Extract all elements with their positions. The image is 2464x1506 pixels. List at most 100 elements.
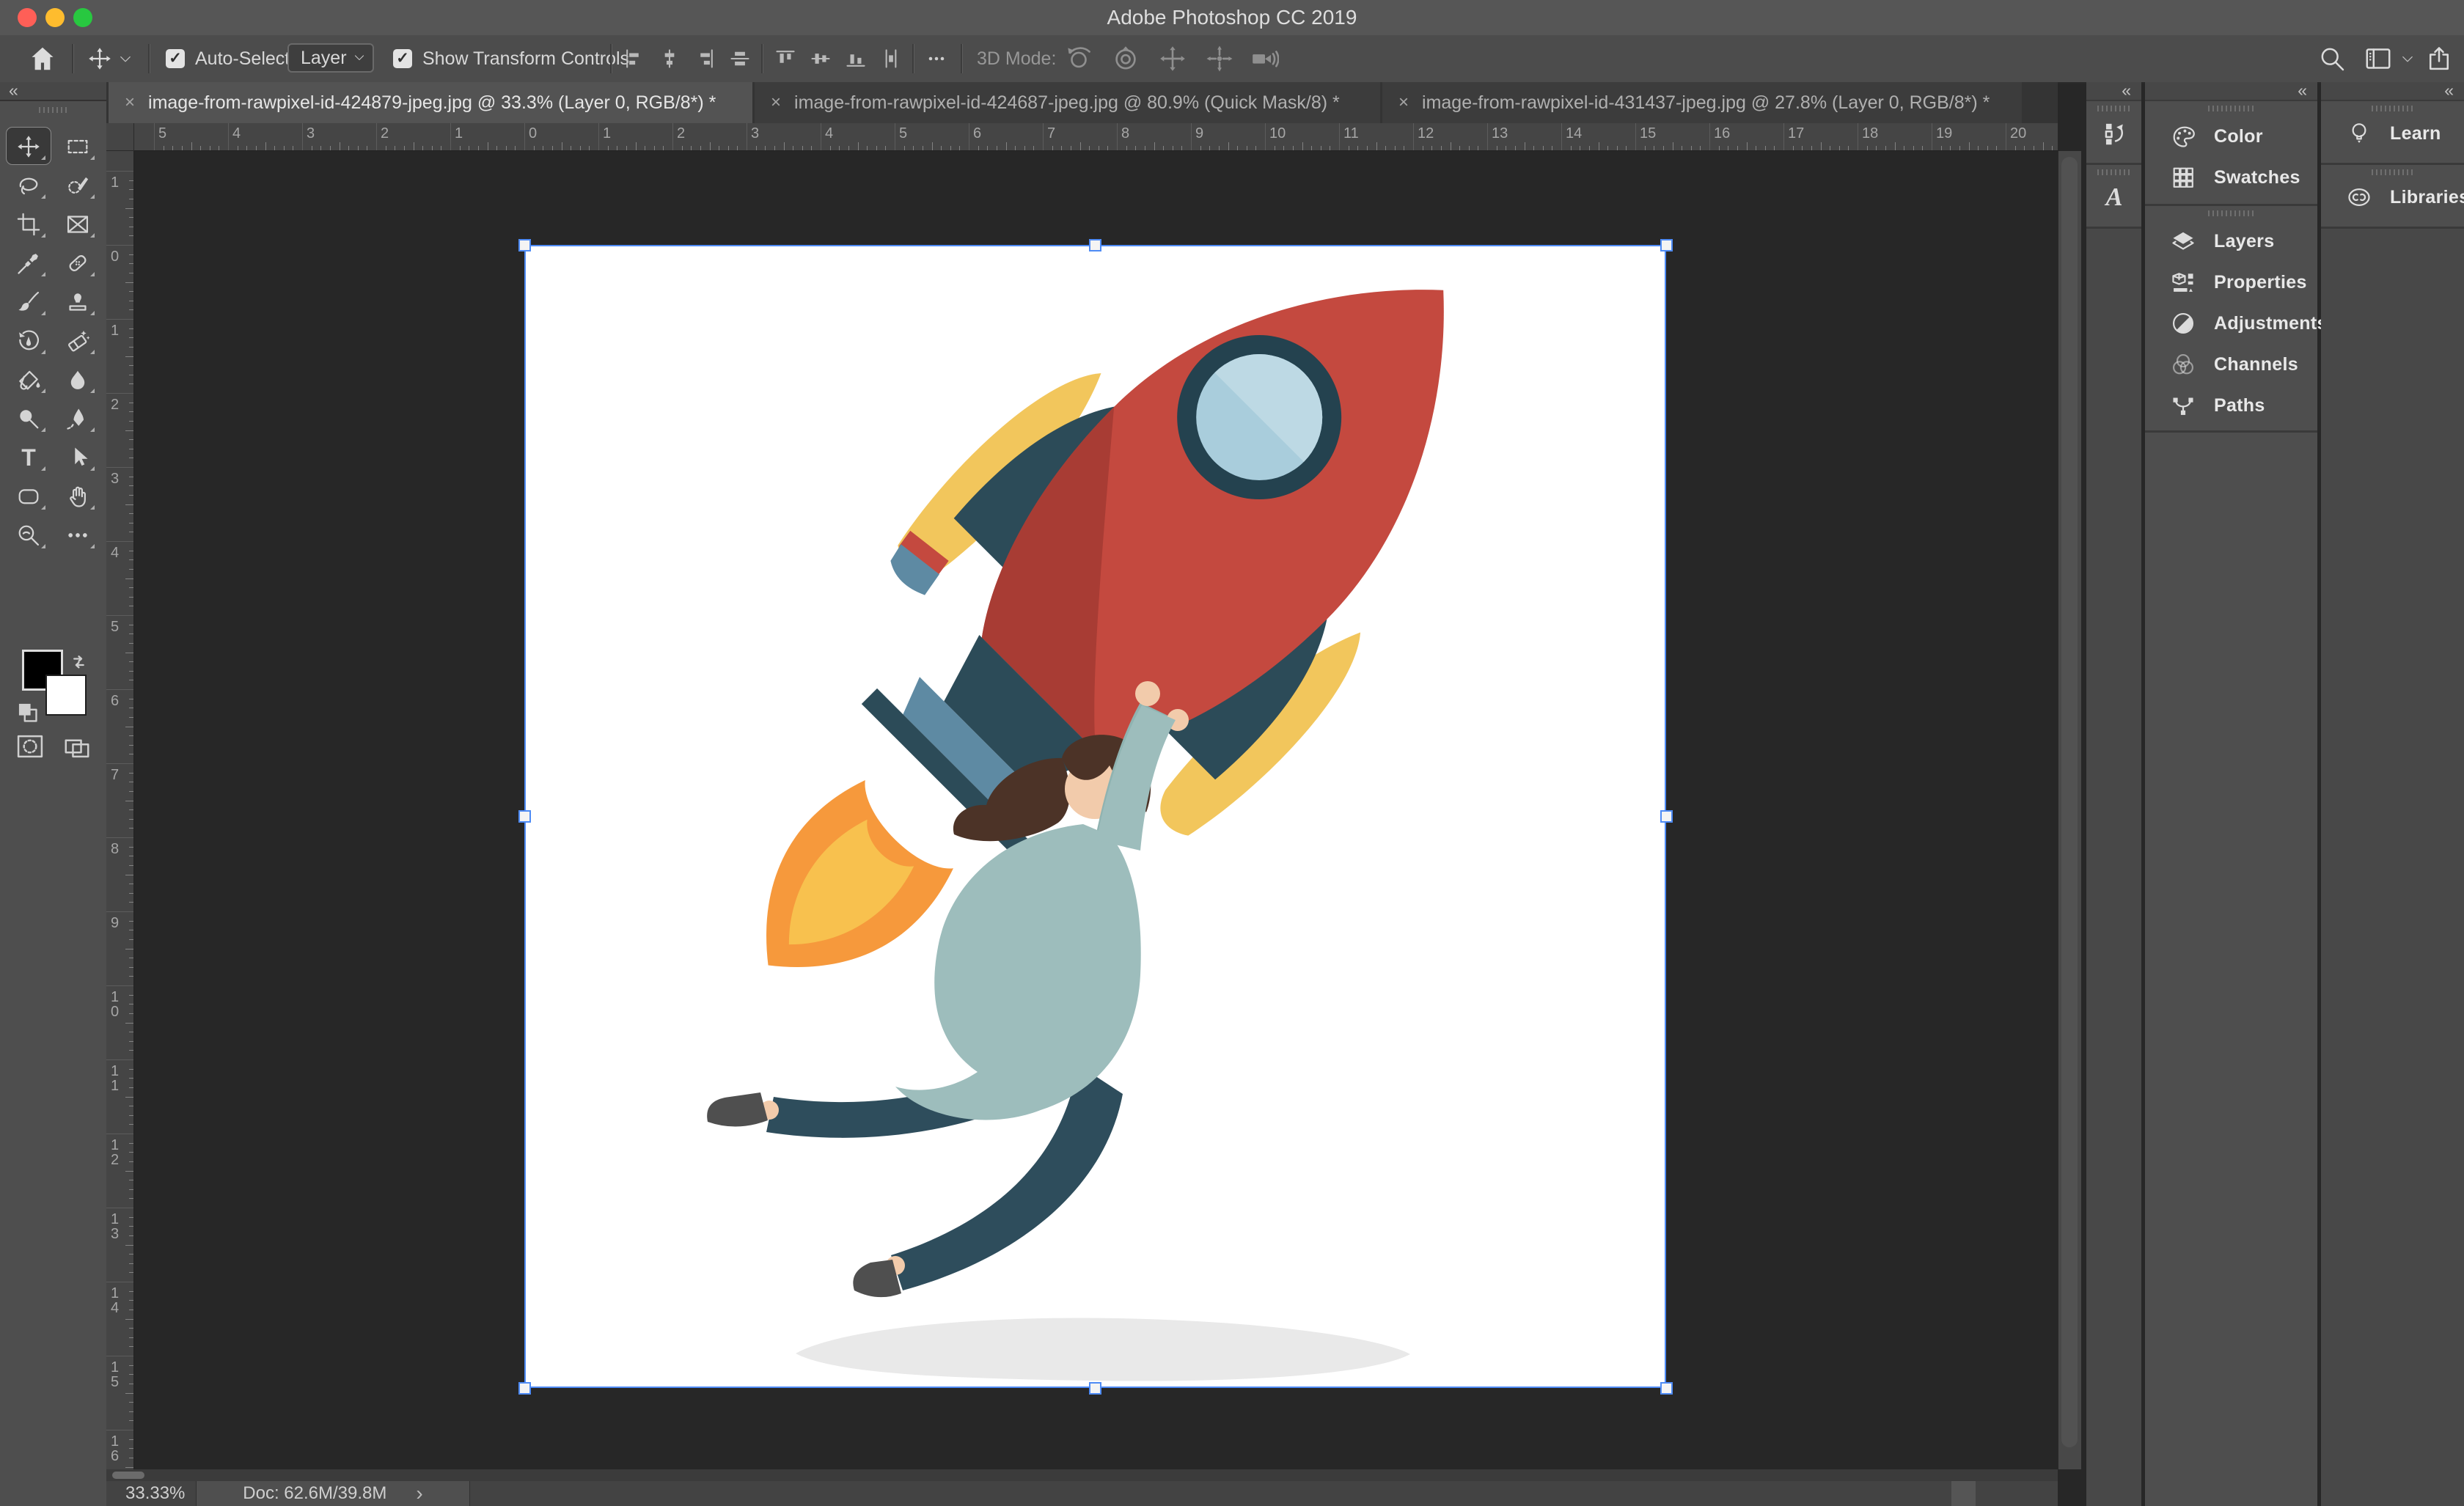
panel-tab-learn[interactable]: Learn: [2321, 113, 2464, 154]
toolbar-grip[interactable]: [38, 107, 68, 113]
transform-handle-bottom-right[interactable]: [1660, 1382, 1673, 1395]
tool-crop[interactable]: [7, 205, 51, 242]
panel-tab-properties[interactable]: Properties: [2145, 262, 2317, 303]
ruler-label: 1: [603, 125, 612, 142]
tool-lasso[interactable]: [7, 166, 51, 203]
ruler-label: 2: [381, 125, 389, 142]
zoom-level[interactable]: 33.33%: [125, 1483, 185, 1504]
vertical-ruler[interactable]: 1012345678910111213141516: [106, 151, 134, 1469]
quick-mask-button[interactable]: [15, 733, 45, 760]
home-icon[interactable]: [29, 45, 56, 72]
tab-document-2[interactable]: × image-from-rawpixel-id-424687-jpeg.jpg…: [755, 82, 1380, 123]
dock-collapse-button[interactable]: «: [2321, 82, 2464, 100]
tool-zoom-tool[interactable]: [7, 516, 51, 553]
panel-tab-adjustments[interactable]: Adjustments: [2145, 303, 2327, 344]
align-left-icon[interactable]: [623, 48, 645, 70]
transform-handle-middle-left[interactable]: [518, 810, 531, 823]
dock-collapse-button[interactable]: «: [2086, 82, 2141, 100]
tool-eyedropper[interactable]: [7, 244, 51, 281]
glyphs-panel-button[interactable]: A: [2086, 165, 2141, 227]
more-align-options-icon[interactable]: [925, 49, 947, 68]
close-tab-icon[interactable]: ×: [1398, 92, 1409, 113]
3d-slide-icon[interactable]: [1206, 45, 1233, 73]
transform-handle-top-right[interactable]: [1660, 239, 1673, 251]
tool-type[interactable]: T: [7, 438, 51, 475]
horizontal-scrollbar[interactable]: [106, 1469, 2058, 1481]
panel-tab-channels[interactable]: Channels: [2145, 344, 2317, 385]
tool-rect-marquee[interactable]: [56, 128, 100, 164]
ruler-label: 8: [1121, 125, 1130, 142]
align-bottom-edges-icon[interactable]: [845, 48, 867, 70]
workspace-switcher-icon[interactable]: [2364, 45, 2392, 72]
vertical-scrollbar-thumb[interactable]: [2061, 157, 2078, 1447]
tool-paint-bucket[interactable]: [7, 361, 51, 397]
close-tab-icon[interactable]: ×: [125, 92, 135, 113]
align-horizontal-centers-icon[interactable]: [659, 48, 681, 70]
chevron-down-icon[interactable]: [119, 53, 132, 66]
search-icon[interactable]: [2319, 45, 2345, 72]
panel-tab-swatches[interactable]: Swatches: [2145, 157, 2317, 198]
share-icon[interactable]: [2426, 45, 2452, 73]
dodge-icon: [17, 407, 40, 430]
ruler-label: 9: [111, 915, 120, 931]
document-size-box[interactable]: Doc: 62.6M/39.8M ›: [196, 1481, 470, 1506]
show-transform-checkbox[interactable]: ✓: [393, 49, 412, 68]
tool-blur[interactable]: [56, 361, 100, 397]
tool-eraser[interactable]: [56, 322, 100, 359]
tool-hand[interactable]: [56, 477, 100, 514]
tab-document-3[interactable]: × image-from-rawpixel-id-431437-jpeg.jpg…: [1382, 82, 2022, 123]
tool-history-brush[interactable]: [7, 322, 51, 359]
3d-pan-icon[interactable]: [1159, 45, 1187, 73]
tool-quick-select[interactable]: [56, 166, 100, 203]
vertical-scrollbar[interactable]: [2058, 151, 2081, 1469]
dock-collapse-button[interactable]: «: [2145, 82, 2317, 100]
default-colors-icon[interactable]: [16, 701, 41, 726]
transform-handle-top-left[interactable]: [518, 239, 531, 251]
frame-icon: [66, 213, 89, 236]
tool-shape[interactable]: [7, 477, 51, 514]
tool-edit-toolbar[interactable]: [56, 516, 100, 553]
tool-pen[interactable]: [56, 400, 100, 436]
align-vertical-centers-icon[interactable]: [810, 48, 832, 70]
transform-handle-bottom-left[interactable]: [518, 1382, 531, 1395]
close-tab-icon[interactable]: ×: [771, 92, 781, 113]
transform-handle-bottom-center[interactable]: [1089, 1382, 1101, 1395]
tool-brush[interactable]: [7, 283, 51, 320]
background-color-swatch[interactable]: [45, 675, 87, 716]
align-top-edges-icon[interactable]: [774, 48, 796, 70]
3d-roll-icon[interactable]: [1112, 45, 1140, 73]
toolbar-collapse-button[interactable]: «: [0, 82, 106, 100]
tab-document-1[interactable]: × image-from-rawpixel-id-424879-jpeg.jpg…: [109, 82, 752, 123]
panel-tab-paths[interactable]: Paths: [2145, 385, 2317, 426]
tool-clone-stamp[interactable]: [56, 283, 100, 320]
ruler-label: 3: [111, 471, 120, 487]
screen-mode-button[interactable]: [62, 733, 92, 760]
3d-orbit-icon[interactable]: [1065, 45, 1093, 73]
status-chevron-icon[interactable]: ›: [416, 1482, 422, 1505]
swap-colors-icon[interactable]: [70, 653, 95, 677]
tool-healing[interactable]: [56, 244, 100, 281]
adjustments-icon: [2171, 312, 2195, 335]
panel-tab-libraries[interactable]: Libraries: [2321, 177, 2464, 218]
horizontal-ruler[interactable]: 5 4 3 2 1 0 1 2 3 4 5 6 7 8 9 10 11 12 13 14 15 16 17 18 19 20: [134, 123, 2058, 151]
panel-group-empty: [2145, 433, 2317, 1506]
transform-handle-middle-right[interactable]: [1660, 810, 1673, 823]
auto-select-checkbox[interactable]: ✓: [166, 49, 185, 68]
panel-tab-layers[interactable]: Layers: [2145, 221, 2317, 262]
horizontal-scrollbar-thumb[interactable]: [112, 1472, 144, 1479]
tool-frame[interactable]: [56, 205, 100, 242]
align-middle-icon[interactable]: [729, 48, 751, 70]
panel-tab-color[interactable]: Color: [2145, 116, 2317, 157]
canvas-area[interactable]: [134, 151, 2058, 1469]
tool-path-select[interactable]: [56, 438, 100, 475]
auto-select-target-dropdown[interactable]: Layer: [287, 43, 374, 73]
ruler-corner[interactable]: [106, 123, 134, 151]
3d-camera-icon[interactable]: [1251, 45, 1279, 73]
transform-handle-top-center[interactable]: [1089, 239, 1101, 251]
align-right-icon[interactable]: [694, 48, 716, 70]
chevron-down-icon[interactable]: [2401, 53, 2414, 66]
distribute-icon[interactable]: [880, 48, 902, 70]
history-panel-button[interactable]: [2086, 101, 2141, 163]
tool-move[interactable]: [6, 127, 51, 165]
tool-dodge[interactable]: [7, 400, 51, 436]
